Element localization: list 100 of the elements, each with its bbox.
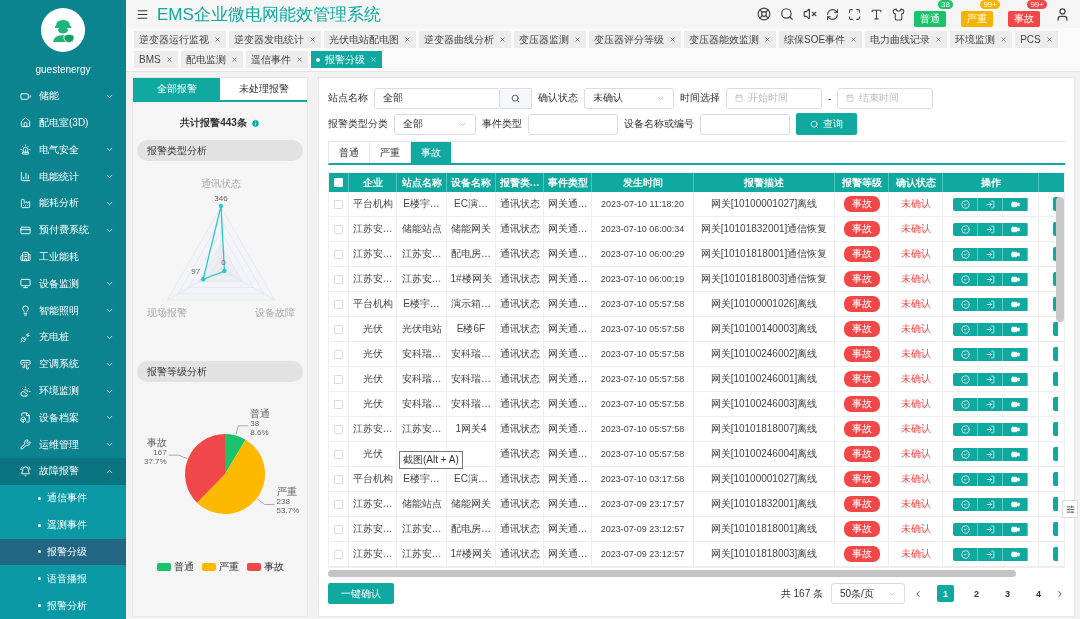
menu-item[interactable]: 故障报警 — [0, 458, 126, 485]
menu-item[interactable]: 电气安全 — [0, 136, 126, 164]
page-tab[interactable]: 光伏电站配电图 — [324, 31, 416, 48]
summary-tab[interactable]: 全部报警 — [133, 78, 220, 100]
close-icon[interactable] — [165, 56, 173, 63]
page-button[interactable]: 1 — [937, 585, 954, 602]
menu-item[interactable]: 电能统计 — [0, 163, 126, 190]
page-tab[interactable]: BMS — [134, 51, 178, 68]
row-checkbox[interactable] — [334, 299, 343, 309]
close-icon[interactable] — [669, 36, 676, 43]
menu-item[interactable]: 充电桩 — [0, 324, 126, 351]
alert-button[interactable]: 事故 — [1008, 10, 1040, 27]
detail-button[interactable] — [1053, 322, 1058, 336]
legend-item[interactable]: 严重 — [201, 560, 239, 574]
fullscreen-icon[interactable] — [848, 7, 861, 21]
menu-item[interactable]: 运维管理 — [0, 431, 126, 459]
next-page-icon[interactable] — [1055, 588, 1065, 599]
row-checkbox[interactable] — [334, 249, 343, 259]
page-tab[interactable]: 变压器评分等级 — [589, 31, 681, 48]
close-icon[interactable] — [764, 36, 771, 43]
select-all-checkbox[interactable] — [334, 178, 343, 187]
close-icon[interactable] — [369, 56, 377, 63]
detail-button[interactable] — [1053, 447, 1058, 461]
row-checkbox[interactable] — [334, 549, 343, 559]
menu-item[interactable]: 储能 — [0, 82, 126, 110]
menu-item[interactable]: 智能照明 — [0, 297, 126, 324]
prev-page-icon[interactable] — [913, 588, 923, 599]
row-checkbox[interactable] — [334, 324, 343, 334]
submenu-item[interactable]: 报警分析 — [0, 592, 126, 619]
menu-item[interactable]: 设备监测 — [0, 270, 126, 298]
close-icon[interactable] — [309, 36, 316, 43]
legend-item[interactable]: 普通 — [156, 560, 194, 574]
detail-button[interactable] — [1053, 522, 1058, 536]
row-checkbox[interactable] — [334, 374, 343, 384]
status-select[interactable]: 未确认 — [584, 87, 674, 109]
station-field[interactable]: 全部 — [374, 87, 500, 109]
legend-item[interactable]: 事故 — [246, 560, 284, 574]
info-icon[interactable] — [250, 118, 260, 128]
detail-button[interactable] — [1053, 372, 1058, 386]
search-button[interactable] — [500, 87, 532, 109]
close-icon[interactable] — [574, 36, 581, 43]
settings-button[interactable] — [1062, 500, 1078, 518]
menu-item[interactable]: 能耗分析 — [0, 189, 126, 217]
user-icon[interactable] — [1055, 6, 1070, 22]
close-icon[interactable] — [850, 36, 858, 43]
lifebuoy-icon[interactable] — [757, 7, 771, 21]
level-tab[interactable]: 事故 — [411, 142, 452, 163]
close-icon[interactable] — [935, 36, 943, 43]
submenu-item[interactable]: 通信事件 — [0, 484, 126, 512]
submenu-item[interactable]: 遥测事件 — [0, 511, 126, 539]
page-button[interactable]: 2 — [968, 585, 985, 602]
page-tab[interactable]: 综保SOE事件 — [779, 31, 863, 48]
page-tab[interactable]: 环境监测 — [950, 31, 1013, 48]
menu-item[interactable]: 预付费系统 — [0, 216, 126, 244]
detail-button[interactable] — [1053, 497, 1058, 511]
scrollbar[interactable] — [1056, 197, 1064, 322]
detail-button[interactable] — [1053, 422, 1058, 436]
close-icon[interactable] — [214, 36, 221, 43]
row-checkbox[interactable] — [334, 449, 343, 459]
submenu-item[interactable]: 语音播报 — [0, 565, 126, 593]
menu-item[interactable]: 设备档案 — [0, 404, 126, 432]
shirt-icon[interactable] — [892, 7, 905, 21]
close-icon[interactable] — [295, 56, 303, 63]
page-tab[interactable]: PCS — [1015, 31, 1058, 48]
close-icon[interactable] — [499, 36, 506, 43]
page-tab[interactable]: 变压器能效监测 — [684, 31, 776, 48]
row-checkbox[interactable] — [334, 349, 343, 359]
menu-item[interactable]: 空调系统 — [0, 350, 126, 378]
refresh-icon[interactable] — [826, 7, 839, 21]
page-tab[interactable]: 逆变器发电统计 — [229, 31, 321, 48]
close-icon[interactable] — [404, 36, 411, 43]
page-button[interactable]: 3 — [999, 585, 1016, 602]
menu-item[interactable]: 环境监测 — [0, 377, 126, 405]
row-checkbox[interactable] — [334, 274, 343, 284]
confirm-all-button[interactable]: 一键确认 — [328, 583, 394, 604]
device-field[interactable] — [700, 113, 790, 135]
row-checkbox[interactable] — [334, 399, 343, 409]
page-tab[interactable]: 遥信事件 — [245, 51, 308, 68]
page-tab[interactable]: 报警分级 — [310, 51, 382, 68]
detail-button[interactable] — [1053, 347, 1058, 361]
submenu-item[interactable]: 报警分级 — [0, 538, 126, 566]
category-select[interactable]: 全部 — [394, 113, 476, 135]
row-checkbox[interactable] — [334, 199, 343, 209]
row-checkbox[interactable] — [334, 224, 343, 234]
menu-icon[interactable] — [136, 7, 149, 21]
detail-button[interactable] — [1053, 472, 1058, 486]
close-icon[interactable] — [1045, 36, 1053, 43]
page-tab[interactable]: 变压器监测 — [514, 31, 586, 48]
close-icon[interactable] — [1000, 36, 1008, 43]
page-tab[interactable]: 电力曲线记录 — [865, 31, 948, 48]
query-button[interactable]: 查询 — [796, 113, 857, 135]
event-type-field[interactable] — [528, 113, 618, 135]
detail-button[interactable] — [1053, 397, 1058, 411]
detail-button[interactable] — [1053, 547, 1058, 561]
row-checkbox[interactable] — [334, 499, 343, 509]
page-size-select[interactable]: 50条/页 — [831, 583, 905, 604]
page-tab[interactable]: 逆变器曲线分析 — [419, 31, 511, 48]
menu-item[interactable]: 工业能耗 — [0, 243, 126, 271]
page-tab[interactable]: 逆变器运行监视 — [134, 31, 226, 48]
row-checkbox[interactable] — [334, 424, 343, 434]
